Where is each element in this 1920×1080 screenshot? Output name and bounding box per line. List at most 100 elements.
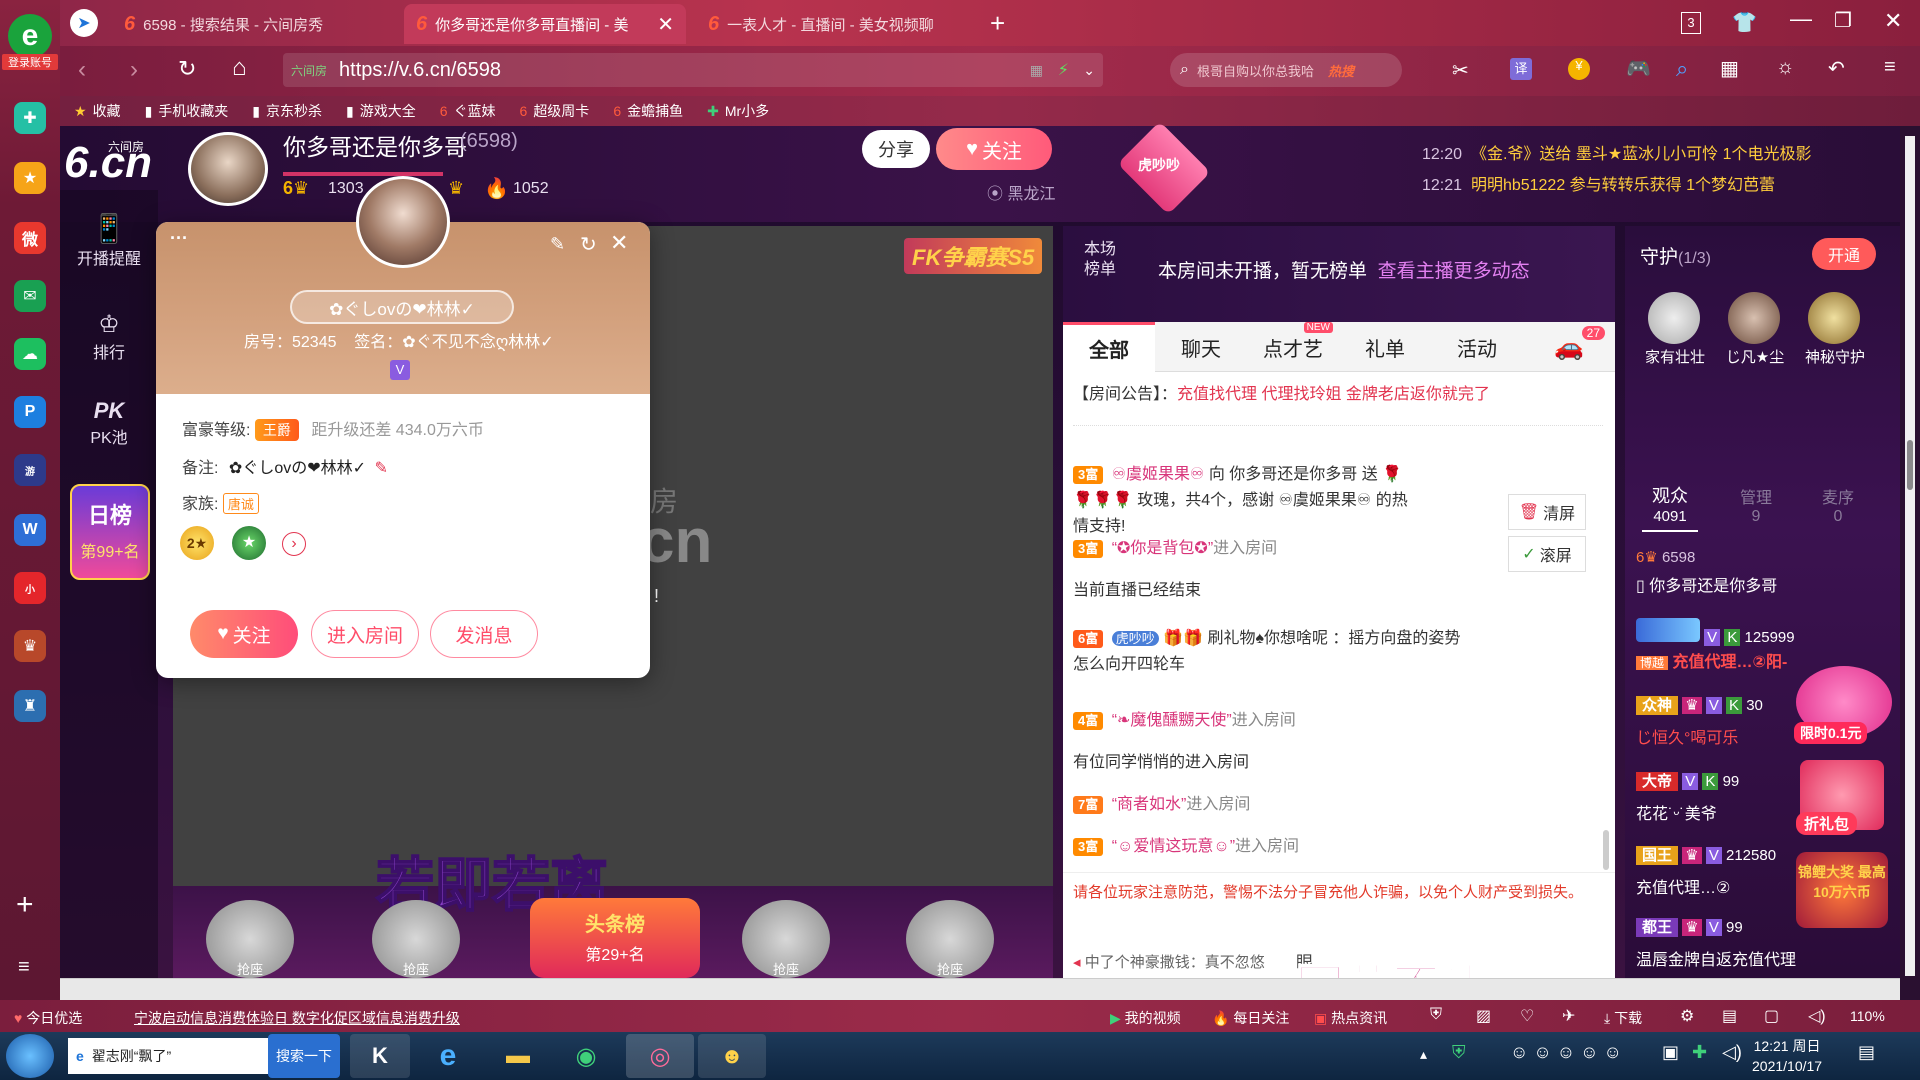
send-message-button[interactable]: 发消息 xyxy=(430,610,538,658)
event-badge[interactable]: FK争霸赛S5 xyxy=(904,238,1043,274)
chat-user[interactable]: “商者如水” xyxy=(1112,796,1187,813)
home-icon[interactable]: ⌂ xyxy=(232,54,247,82)
snap-icon[interactable]: ▤ xyxy=(1722,1006,1737,1026)
start-button[interactable] xyxy=(6,1034,54,1078)
search-input[interactable]: ⌕ 根哥自购以你总我哈 热搜 xyxy=(1170,53,1402,87)
taskbar-search-input[interactable]: e 翟志刚“飘了” xyxy=(68,1038,268,1074)
tab-audience[interactable]: 观众 4091 xyxy=(1640,482,1700,525)
tab-live-room[interactable]: 6 你多哥还是你多哥直播间 - 美 ✕ xyxy=(404,4,686,44)
guard-avatar[interactable] xyxy=(1648,292,1700,344)
image-icon[interactable]: ▨ xyxy=(1476,1006,1491,1026)
plus-tray-icon[interactable]: ✚ xyxy=(1692,1042,1707,1063)
audience-item[interactable]: ▯ 你多哥还是你多哥 xyxy=(1636,572,1777,596)
page-scrollbar[interactable] xyxy=(1905,136,1915,976)
tray-up-icon[interactable]: ▴ xyxy=(1420,1046,1427,1063)
hot-news[interactable]: ▣ 热点资讯 xyxy=(1314,1008,1387,1028)
guard-avatar[interactable] xyxy=(1808,292,1860,344)
heart-outline-icon[interactable]: ♡ xyxy=(1520,1006,1534,1026)
more-menu-icon[interactable]: ≡ xyxy=(1884,56,1896,79)
more-options-icon[interactable]: ··· xyxy=(170,228,188,249)
word-icon[interactable]: W xyxy=(14,514,46,546)
open-guard-button[interactable]: 开通 xyxy=(1812,238,1876,270)
nav-pk-pool[interactable]: PK PK池 xyxy=(62,398,156,448)
bookmark-favorites[interactable]: ★ 收藏 xyxy=(74,101,121,121)
cloud-icon[interactable]: ☁ xyxy=(14,338,46,370)
menu-icon[interactable]: ≡ xyxy=(18,956,30,979)
browser-task-icon[interactable]: ◉ xyxy=(556,1034,616,1078)
bookmark-jd[interactable]: ▮ 京东秒杀 xyxy=(252,101,322,121)
tab-count-badge[interactable]: 3 xyxy=(1681,12,1701,34)
bookmark-fish[interactable]: 6 金蟾捕鱼 xyxy=(613,101,683,121)
tab-other-room[interactable]: 6 一表人才 - 直播间 - 美女视频聊 xyxy=(696,4,976,44)
back-icon[interactable]: ‹ xyxy=(78,56,86,84)
tab-chat[interactable]: 聊天 xyxy=(1155,322,1247,372)
sun-icon[interactable]: ☼ xyxy=(1776,56,1794,79)
seat-3[interactable]: 抢座 xyxy=(742,900,830,978)
tab-admins[interactable]: 管理 9 xyxy=(1726,484,1786,526)
clear-screen-button[interactable]: 🗑 清屏 xyxy=(1508,494,1586,530)
today-picks[interactable]: ♥ 今日优选 xyxy=(14,1008,82,1028)
taskbar-search-button[interactable]: 搜索一下 xyxy=(268,1034,340,1078)
star-app-icon[interactable]: ★ xyxy=(14,162,46,194)
weibo-icon[interactable]: 微 xyxy=(14,222,46,254)
magnifier-icon[interactable]: ⌕ xyxy=(1676,56,1688,82)
gamepad-icon[interactable]: 🎮 xyxy=(1626,56,1651,81)
shop-icon[interactable]: 小 xyxy=(14,572,46,604)
tab-all[interactable]: 全部 xyxy=(1063,322,1155,372)
magic-wand-icon[interactable]: ✎ xyxy=(550,234,565,255)
my-videos[interactable]: ▶ 我的视频 xyxy=(1110,1008,1181,1028)
qr-icon[interactable]: ▦ xyxy=(1030,62,1043,79)
new-tab-icon[interactable]: + xyxy=(990,8,1005,39)
chat-user[interactable]: “☺爱情这玩意☺” xyxy=(1112,838,1235,855)
zoom-level[interactable]: 110% xyxy=(1850,1008,1885,1024)
undo-icon[interactable]: ↶ xyxy=(1828,56,1845,81)
this-show-rank-tab[interactable]: 本场榜单 xyxy=(1082,240,1118,280)
chevron-down-icon[interactable]: ⌄ xyxy=(1083,62,1095,79)
audience-item[interactable]: 温唇金牌自返充值代理 xyxy=(1636,946,1796,970)
rocket-icon[interactable]: ✈ xyxy=(1562,1006,1575,1026)
enter-room-button[interactable]: 进入房间 xyxy=(311,610,419,658)
bookmark-mrxiaoduo[interactable]: ✚ Mr小多 xyxy=(707,101,769,121)
volume-icon[interactable]: ◁) xyxy=(1808,1006,1826,1026)
daily-rank-badge[interactable]: 日榜 第99+名 xyxy=(70,484,150,580)
guard-avatar[interactable] xyxy=(1728,292,1780,344)
browser-home-icon[interactable]: ➤ xyxy=(70,9,98,37)
shield-icon[interactable]: ⛨ xyxy=(1430,1006,1442,1024)
pet-app-icon[interactable]: ☻ xyxy=(698,1034,766,1078)
tray-icons[interactable]: ☺ ☺ ☺ ☺ ☺ xyxy=(1510,1042,1622,1063)
chat-user[interactable]: “✪你是背包✪” xyxy=(1112,540,1213,557)
gift-pack-label[interactable]: 折礼包 xyxy=(1796,812,1858,835)
page-scroll-thumb[interactable] xyxy=(1907,440,1913,490)
reload-icon[interactable]: ↻ xyxy=(178,56,196,82)
nav-rank[interactable]: ♔ 排行 xyxy=(62,310,156,363)
promo-limited[interactable]: 限时0.1元 xyxy=(1794,722,1868,744)
notification-icon[interactable]: ▤ xyxy=(1858,1042,1875,1063)
tab-car[interactable]: 🚗 27 xyxy=(1523,322,1615,372)
tab-search-results[interactable]: 6 6598 - 搜索结果 - 六间房秀 xyxy=(112,4,402,44)
game2-icon[interactable]: ♛ xyxy=(14,630,46,662)
chevron-right-icon[interactable]: › xyxy=(282,532,306,556)
seat-2[interactable]: 抢座 xyxy=(372,900,460,978)
audience-item[interactable]: V K 125999 xyxy=(1636,618,1795,646)
security-tray-icon[interactable]: ⛨ xyxy=(1452,1042,1466,1063)
network-icon[interactable]: ▣ xyxy=(1662,1042,1679,1063)
tab-activity[interactable]: 活动 xyxy=(1431,322,1523,372)
user-avatar[interactable] xyxy=(356,176,450,268)
translate-icon[interactable]: 译 xyxy=(1510,58,1532,80)
audience-item[interactable]: 众神 ♛ V K 30 xyxy=(1636,694,1763,715)
tab-gift-list[interactable]: 礼单 xyxy=(1339,322,1431,372)
plus-app-icon[interactable]: ✚ xyxy=(14,102,46,134)
audience-item[interactable]: 充值代理…② xyxy=(1636,874,1730,898)
grid-icon[interactable]: ▦ xyxy=(1720,56,1739,81)
share-button[interactable]: 分享 xyxy=(862,130,930,168)
downloads[interactable]: ⤓ 下载 xyxy=(1604,1008,1642,1028)
p-app-icon[interactable]: P xyxy=(14,396,46,428)
audience-item[interactable]: 博越 充值代理…②阳- xyxy=(1636,648,1787,672)
shirt-icon[interactable]: 👕 xyxy=(1732,10,1757,35)
bookmark-games[interactable]: ▮ 游戏大全 xyxy=(346,101,416,121)
seat-4[interactable]: 抢座 xyxy=(906,900,994,978)
audience-item[interactable]: じ恒久°喝可乐 xyxy=(1636,724,1738,748)
tab-mic-queue[interactable]: 麦序 0 xyxy=(1808,484,1868,526)
game3-icon[interactable]: ♜ xyxy=(14,690,46,722)
host-avatar[interactable] xyxy=(188,132,268,206)
